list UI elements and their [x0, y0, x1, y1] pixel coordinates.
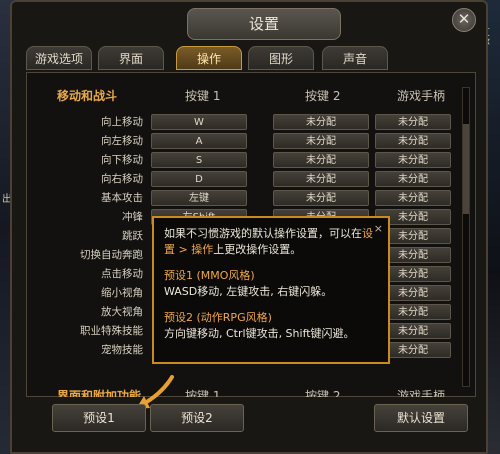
header-gamepad: 游戏手柄: [397, 89, 446, 103]
scrollbar[interactable]: [462, 87, 470, 387]
key1-button[interactable]: A: [151, 133, 247, 149]
key2-button[interactable]: 未分配: [273, 114, 369, 130]
key1-button[interactable]: 左键: [151, 190, 247, 206]
tooltip-intro-c: 上更改操作设置。: [213, 243, 302, 256]
tab-interface[interactable]: 界面: [98, 46, 164, 70]
key1-button[interactable]: D: [151, 171, 247, 187]
preset1-button[interactable]: 预设1: [52, 404, 146, 432]
keybind-row: 向上移动 W 未分配 未分配: [27, 113, 457, 131]
keybind-row: 基本攻击 左键 未分配 未分配: [27, 189, 457, 207]
scrollbar-thumb[interactable]: [463, 124, 469, 214]
header-key1: 按键 1: [185, 89, 221, 103]
action-label: 冲锋: [122, 211, 143, 223]
tab-sound[interactable]: 声音: [322, 46, 388, 70]
key1-button[interactable]: W: [151, 114, 247, 130]
close-icon: ✕: [457, 10, 471, 28]
default-settings-button[interactable]: 默认设置: [374, 404, 468, 432]
action-label: 向上移动: [101, 116, 143, 128]
key2-button[interactable]: 未分配: [273, 171, 369, 187]
keybind-row: 向左移动 A 未分配 未分配: [27, 132, 457, 150]
tab-game-options[interactable]: 游戏选项: [26, 46, 92, 70]
action-label: 切换自动奔跑: [80, 249, 143, 261]
column-headers: 移动和战斗 按键 1 按键 2 游戏手柄: [37, 87, 457, 105]
bottom-section-title: 界面和附加功能: [57, 389, 142, 397]
action-label: 职业特殊技能: [80, 325, 143, 337]
action-label: 点击移动: [101, 268, 143, 280]
gamepad-button[interactable]: 未分配: [375, 171, 451, 187]
tooltip-intro-a: 如果不习惯游戏的默认操作设置，可以在: [164, 227, 362, 240]
close-button[interactable]: ✕: [452, 8, 476, 32]
bottom-header-key2: 按键 2: [305, 389, 341, 397]
key1-button[interactable]: S: [151, 152, 247, 168]
action-label: 宠物技能: [101, 344, 143, 356]
key2-button[interactable]: 未分配: [273, 152, 369, 168]
action-label: 向下移动: [101, 154, 143, 166]
action-label: 放大视角: [101, 306, 143, 318]
gamepad-button[interactable]: 未分配: [375, 152, 451, 168]
preset2-body: 方向键移动, Ctrl键攻击, Shift键闪避。: [164, 327, 355, 340]
action-label: 向右移动: [101, 173, 143, 185]
key2-button[interactable]: 未分配: [273, 133, 369, 149]
preset1-body: WASD移动, 左键攻击, 右键闪躲。: [164, 285, 333, 298]
gamepad-button[interactable]: 未分配: [375, 114, 451, 130]
action-label: 向左移动: [101, 135, 143, 147]
section-title: 移动和战斗: [57, 89, 118, 103]
bottom-header-gamepad: 游戏手柄: [397, 389, 446, 397]
preset-tooltip: × 如果不习惯游戏的默认操作设置，可以在设置 > 操作上更改操作设置。 预设1 …: [152, 216, 390, 364]
keybind-row: 向下移动 S 未分配 未分配: [27, 151, 457, 169]
window-title: 设置: [187, 8, 341, 40]
preset1-title: 预设1 (MMO风格): [164, 269, 255, 282]
action-label: 跳跃: [122, 230, 143, 242]
gamepad-button[interactable]: 未分配: [375, 133, 451, 149]
bottom-header-key1: 按键 1: [185, 389, 221, 397]
preset2-title: 预设2 (动作RPG风格): [164, 311, 272, 324]
preset2-button[interactable]: 预设2: [150, 404, 244, 432]
tab-controls[interactable]: 操作: [176, 46, 242, 70]
settings-window: 设置 ✕ 游戏选项 界面 操作 图形 声音 移动和战斗 按键 1 按键 2 游戏…: [10, 0, 488, 454]
gamepad-button[interactable]: 未分配: [375, 190, 451, 206]
keybind-row: 向右移动 D 未分配 未分配: [27, 170, 457, 188]
header-key2: 按键 2: [305, 89, 341, 103]
key2-button[interactable]: 未分配: [273, 190, 369, 206]
action-label: 缩小视角: [101, 287, 143, 299]
tab-graphics[interactable]: 图形: [248, 46, 314, 70]
action-label: 基本攻击: [101, 192, 143, 204]
bottom-section-headers: 界面和附加功能 按键 1 按键 2 游戏手柄: [37, 383, 457, 397]
tooltip-close-icon[interactable]: ×: [374, 222, 383, 235]
tooltip-intro: 如果不习惯游戏的默认操作设置，可以在设置 > 操作上更改操作设置。: [164, 226, 378, 258]
